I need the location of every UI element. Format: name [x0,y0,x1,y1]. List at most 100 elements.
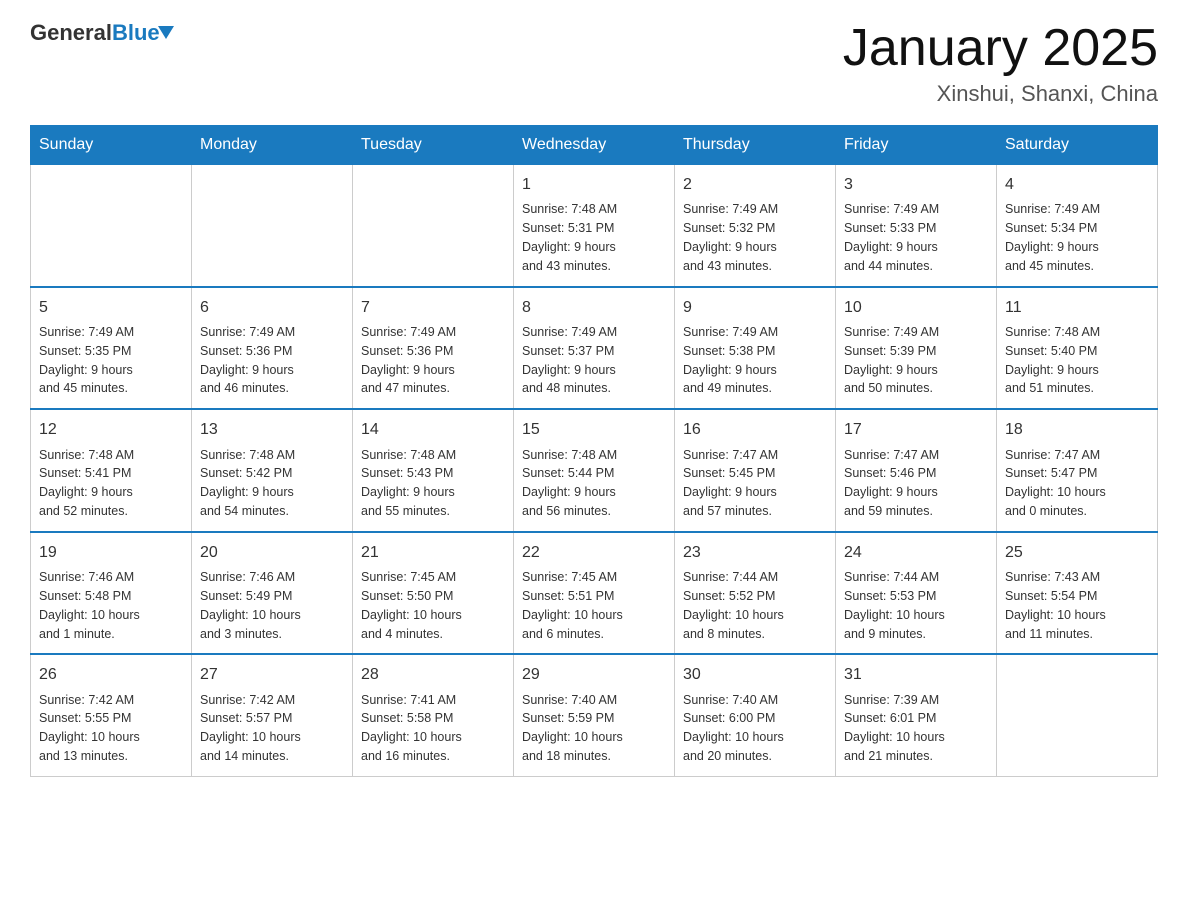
day-info: Sunrise: 7:48 AMSunset: 5:41 PMDaylight:… [39,448,134,519]
calendar-cell [192,165,353,287]
calendar-cell: 31 Sunrise: 7:39 AMSunset: 6:01 PMDayligh… [836,654,997,776]
day-number: 24 [844,541,988,564]
calendar-cell: 4 Sunrise: 7:49 AMSunset: 5:34 PMDaylight… [997,165,1158,287]
day-number: 4 [1005,173,1149,196]
logo: GeneralBlue [30,20,160,46]
calendar-header: SundayMondayTuesdayWednesdayThursdayFrid… [31,126,1158,165]
calendar-cell: 20Sunrise: 7:46 AMSunset: 5:49 PMDayligh… [192,532,353,655]
week-row-1: 1 Sunrise: 7:48 AMSunset: 5:31 PMDaylight… [31,165,1158,287]
day-number: 23 [683,541,827,564]
day-number: 31 [844,663,988,686]
day-info: Sunrise: 7:49 AMSunset: 5:36 PMDaylight:… [361,325,456,396]
header-row: SundayMondayTuesdayWednesdayThursdayFrid… [31,126,1158,165]
day-info: Sunrise: 7:40 AMSunset: 5:59 PMDaylight:… [522,693,623,764]
day-info: Sunrise: 7:48 AMSunset: 5:44 PMDaylight:… [522,448,617,519]
calendar-subtitle: Xinshui, Shanxi, China [843,81,1158,107]
week-row-2: 5Sunrise: 7:49 AMSunset: 5:35 PMDaylight… [31,287,1158,410]
day-info: Sunrise: 7:41 AMSunset: 5:58 PMDaylight:… [361,693,462,764]
day-number: 14 [361,418,505,441]
calendar-cell: 18 Sunrise: 7:47 AMSunset: 5:47 PMDayligh… [997,409,1158,532]
week-row-4: 19 Sunrise: 7:46 AMSunset: 5:48 PMDayligh… [31,532,1158,655]
day-info: Sunrise: 7:49 AMSunset: 5:34 PMDaylight:… [1005,202,1100,273]
calendar-cell: 19 Sunrise: 7:46 AMSunset: 5:48 PMDayligh… [31,532,192,655]
day-info: Sunrise: 7:44 AMSunset: 5:52 PMDaylight:… [683,570,784,641]
calendar-cell: 10Sunrise: 7:49 AMSunset: 5:39 PMDayligh… [836,287,997,410]
calendar-cell: 8 Sunrise: 7:49 AMSunset: 5:37 PMDaylight… [514,287,675,410]
day-info: Sunrise: 7:47 AMSunset: 5:46 PMDaylight:… [844,448,939,519]
day-info: Sunrise: 7:39 AMSunset: 6:01 PMDaylight:… [844,693,945,764]
calendar-cell: 21 Sunrise: 7:45 AMSunset: 5:50 PMDayligh… [353,532,514,655]
day-info: Sunrise: 7:40 AMSunset: 6:00 PMDaylight:… [683,693,784,764]
calendar-title: January 2025 [843,20,1158,77]
day-number: 8 [522,296,666,319]
day-number: 1 [522,173,666,196]
calendar-cell: 14 Sunrise: 7:48 AMSunset: 5:43 PMDayligh… [353,409,514,532]
day-number: 18 [1005,418,1149,441]
day-info: Sunrise: 7:47 AMSunset: 5:45 PMDaylight:… [683,448,778,519]
week-row-3: 12 Sunrise: 7:48 AMSunset: 5:41 PMDayligh… [31,409,1158,532]
day-number: 19 [39,541,183,564]
title-block: January 2025 Xinshui, Shanxi, China [843,20,1158,107]
day-number: 17 [844,418,988,441]
day-number: 3 [844,173,988,196]
header-day-tuesday: Tuesday [353,126,514,165]
logo-triangle-icon [158,26,174,39]
calendar-cell: 15 Sunrise: 7:48 AMSunset: 5:44 PMDayligh… [514,409,675,532]
day-number: 26 [39,663,183,686]
calendar-cell: 12 Sunrise: 7:48 AMSunset: 5:41 PMDayligh… [31,409,192,532]
calendar-cell [353,165,514,287]
day-number: 9 [683,296,827,319]
calendar-cell: 17 Sunrise: 7:47 AMSunset: 5:46 PMDayligh… [836,409,997,532]
day-number: 22 [522,541,666,564]
calendar-cell: 27Sunrise: 7:42 AMSunset: 5:57 PMDayligh… [192,654,353,776]
day-number: 12 [39,418,183,441]
day-info: Sunrise: 7:45 AMSunset: 5:50 PMDaylight:… [361,570,462,641]
day-number: 25 [1005,541,1149,564]
day-info: Sunrise: 7:49 AMSunset: 5:39 PMDaylight:… [844,325,939,396]
calendar-cell: 7 Sunrise: 7:49 AMSunset: 5:36 PMDaylight… [353,287,514,410]
header-day-monday: Monday [192,126,353,165]
day-info: Sunrise: 7:42 AMSunset: 5:55 PMDaylight:… [39,693,140,764]
calendar-body: 1 Sunrise: 7:48 AMSunset: 5:31 PMDaylight… [31,165,1158,777]
calendar-cell: 2Sunrise: 7:49 AMSunset: 5:32 PMDaylight… [675,165,836,287]
calendar-cell: 25Sunrise: 7:43 AMSunset: 5:54 PMDayligh… [997,532,1158,655]
day-number: 11 [1005,296,1149,319]
logo-blue: Blue [112,20,160,45]
day-info: Sunrise: 7:48 AMSunset: 5:40 PMDaylight:… [1005,325,1100,396]
day-info: Sunrise: 7:46 AMSunset: 5:49 PMDaylight:… [200,570,301,641]
calendar-cell: 6Sunrise: 7:49 AMSunset: 5:36 PMDaylight… [192,287,353,410]
day-info: Sunrise: 7:49 AMSunset: 5:37 PMDaylight:… [522,325,617,396]
header-day-friday: Friday [836,126,997,165]
calendar-cell: 3 Sunrise: 7:49 AMSunset: 5:33 PMDaylight… [836,165,997,287]
header-day-saturday: Saturday [997,126,1158,165]
calendar-cell [997,654,1158,776]
day-number: 16 [683,418,827,441]
day-info: Sunrise: 7:47 AMSunset: 5:47 PMDaylight:… [1005,448,1106,519]
day-number: 21 [361,541,505,564]
calendar-cell: 23 Sunrise: 7:44 AMSunset: 5:52 PMDayligh… [675,532,836,655]
day-info: Sunrise: 7:48 AMSunset: 5:43 PMDaylight:… [361,448,456,519]
day-number: 13 [200,418,344,441]
calendar-cell: 28 Sunrise: 7:41 AMSunset: 5:58 PMDayligh… [353,654,514,776]
calendar-cell: 29 Sunrise: 7:40 AMSunset: 5:59 PMDayligh… [514,654,675,776]
day-info: Sunrise: 7:49 AMSunset: 5:33 PMDaylight:… [844,202,939,273]
day-info: Sunrise: 7:48 AMSunset: 5:31 PMDaylight:… [522,202,617,273]
day-info: Sunrise: 7:49 AMSunset: 5:36 PMDaylight:… [200,325,295,396]
calendar-cell: 16 Sunrise: 7:47 AMSunset: 5:45 PMDayligh… [675,409,836,532]
week-row-5: 26 Sunrise: 7:42 AMSunset: 5:55 PMDayligh… [31,654,1158,776]
day-info: Sunrise: 7:42 AMSunset: 5:57 PMDaylight:… [200,693,301,764]
day-number: 28 [361,663,505,686]
calendar-cell: 1 Sunrise: 7:48 AMSunset: 5:31 PMDaylight… [514,165,675,287]
day-info: Sunrise: 7:49 AMSunset: 5:38 PMDaylight:… [683,325,778,396]
calendar-cell: 11 Sunrise: 7:48 AMSunset: 5:40 PMDayligh… [997,287,1158,410]
calendar-cell: 13Sunrise: 7:48 AMSunset: 5:42 PMDayligh… [192,409,353,532]
day-number: 29 [522,663,666,686]
day-info: Sunrise: 7:46 AMSunset: 5:48 PMDaylight:… [39,570,140,641]
day-number: 30 [683,663,827,686]
day-number: 15 [522,418,666,441]
calendar-cell: 22Sunrise: 7:45 AMSunset: 5:51 PMDayligh… [514,532,675,655]
calendar-cell: 26 Sunrise: 7:42 AMSunset: 5:55 PMDayligh… [31,654,192,776]
calendar-cell: 9 Sunrise: 7:49 AMSunset: 5:38 PMDaylight… [675,287,836,410]
day-number: 7 [361,296,505,319]
page-header: GeneralBlue January 2025 Xinshui, Shanxi… [30,20,1158,107]
